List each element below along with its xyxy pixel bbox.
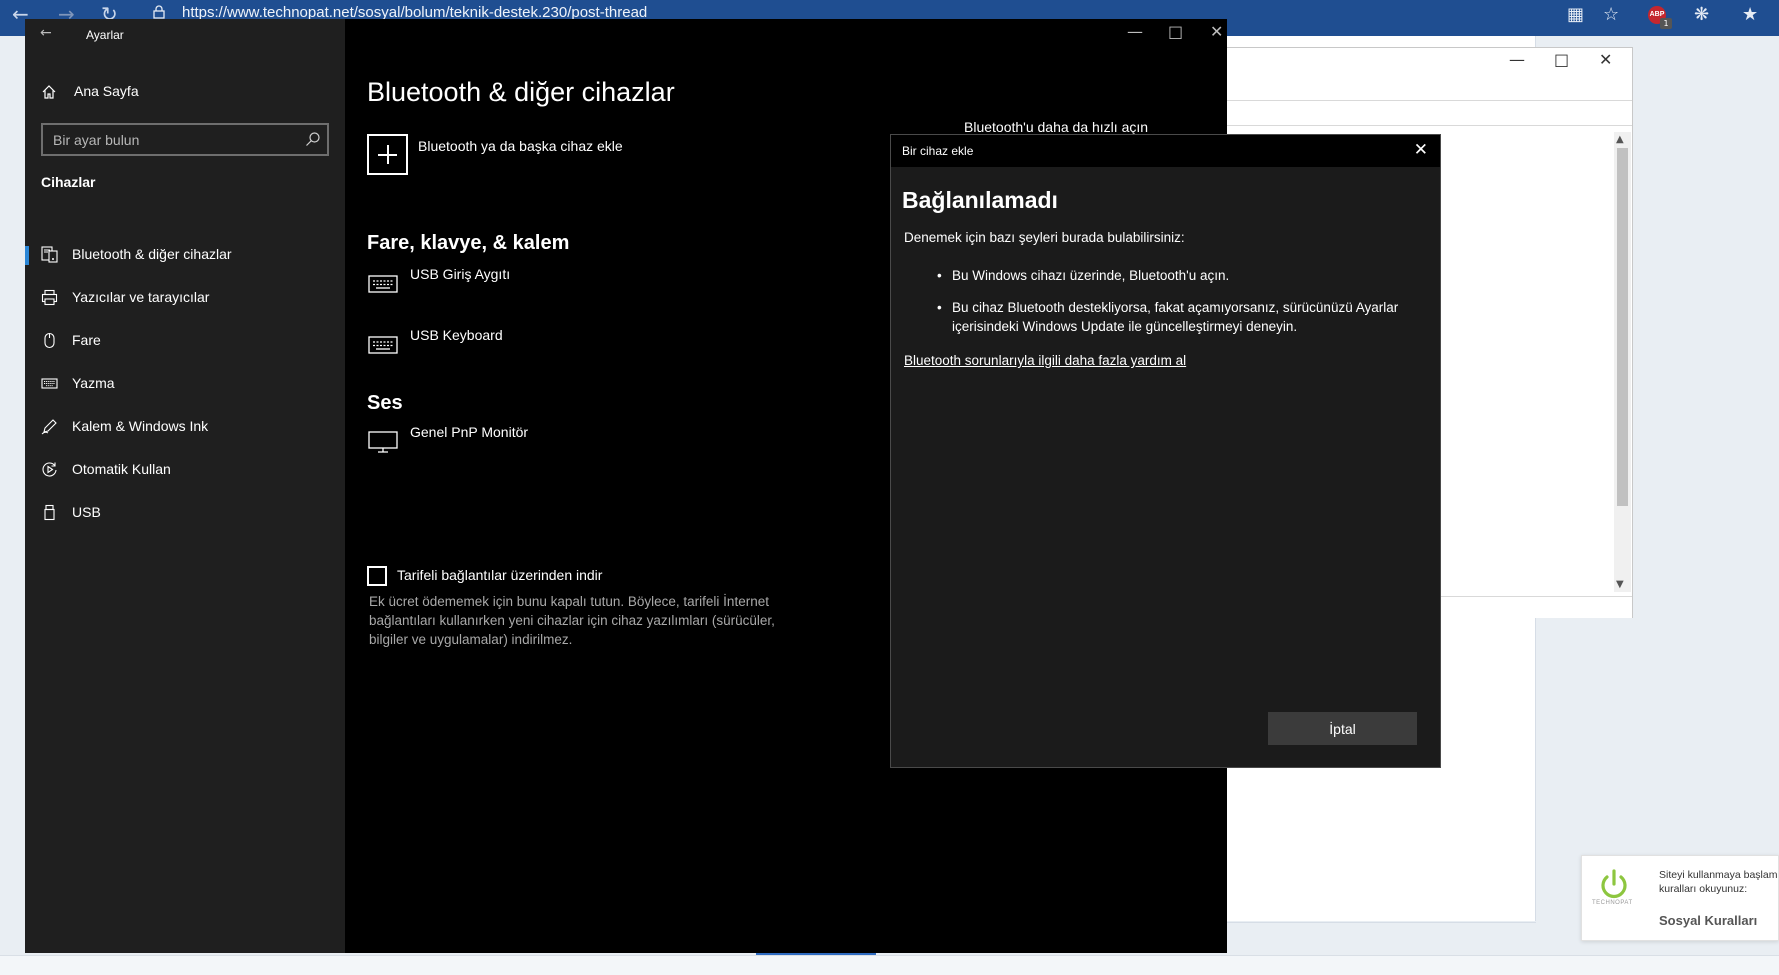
- sidebar-item-label: Yazıcılar ve tarayıcılar: [72, 289, 210, 305]
- home-nav-item[interactable]: Ana Sayfa: [41, 81, 321, 109]
- device-item[interactable]: Genel PnP Monitör: [367, 424, 767, 469]
- page-title: Bluetooth & diğer cihazlar: [367, 77, 675, 107]
- sidebar-item-label: USB: [72, 504, 101, 520]
- minimize-icon[interactable]: —: [1127, 22, 1143, 41]
- selection-indicator: [25, 246, 29, 265]
- add-device-button[interactable]: Bluetooth ya da başka cihaz ekle: [367, 134, 867, 179]
- favorite-star-icon[interactable]: ☆: [1603, 4, 1619, 25]
- section-heading-audio: Ses: [367, 392, 403, 414]
- lock-icon: [153, 5, 165, 19]
- back-arrow-icon[interactable]: ←: [40, 25, 52, 41]
- sidebar-item-usb[interactable]: USB: [25, 493, 345, 533]
- notification-line: Siteyi kullanmaya başlamadan önce: [1659, 869, 1778, 881]
- window-title: Ayarlar: [86, 28, 124, 42]
- autoplay-icon: [42, 462, 57, 477]
- sidebar-item-label: Bluetooth & diğer cihazlar: [72, 246, 232, 262]
- metered-download-option[interactable]: Tarifeli bağlantılar üzerinden indir: [367, 565, 867, 587]
- power-logo-icon: [1601, 869, 1627, 899]
- list-item: Bu Windows cihazı üzerinde, Bluetooth'u …: [904, 266, 1424, 285]
- sidebar-item-printers[interactable]: Yazıcılar ve tarayıcılar: [25, 278, 345, 318]
- close-icon[interactable]: ✕: [1599, 50, 1612, 69]
- maximize-icon[interactable]: □: [1168, 22, 1183, 41]
- device-name: USB Giriş Aygıtı: [410, 266, 511, 282]
- web-divider: [1226, 922, 1536, 923]
- sidebar-item-label: Yazma: [72, 375, 115, 391]
- metered-label: Tarifeli bağlantılar üzerinden indir: [397, 567, 603, 583]
- device-item[interactable]: USB Giriş Aygıtı: [367, 266, 767, 311]
- group-heading: Cihazlar: [41, 174, 96, 190]
- troubleshoot-list: Bu Windows cihazı üzerinde, Bluetooth'u …: [904, 266, 1424, 349]
- sidebar-item-mouse[interactable]: Fare: [25, 321, 345, 361]
- keyboard-icon: [368, 275, 398, 293]
- sidebar-item-pen[interactable]: Kalem & Windows Ink: [25, 407, 345, 447]
- home-icon: [42, 85, 56, 99]
- metered-description: Ek ücret ödememek için bunu kapalı tutun…: [369, 594, 775, 647]
- close-icon[interactable]: ✕: [1414, 140, 1428, 160]
- sidebar-item-typing[interactable]: Yazma: [25, 364, 345, 404]
- adblock-badge: 1: [1660, 18, 1672, 29]
- notification-line: kuralları okuyunuz:: [1659, 883, 1748, 895]
- pen-icon: [41, 419, 57, 435]
- settings-sidebar: ← Ayarlar Ana Sayfa Cihazlar Blu: [25, 19, 345, 953]
- scroll-down-arrow-icon[interactable]: ▼: [1616, 579, 1624, 590]
- bluetooth-devices-icon: [41, 246, 58, 263]
- home-label: Ana Sayfa: [74, 83, 139, 99]
- dialog-heading: Bağlanılamadı: [902, 187, 1058, 213]
- dialog-title: Bir cihaz ekle: [902, 144, 974, 158]
- cancel-button[interactable]: İptal: [1268, 712, 1417, 745]
- rules-link[interactable]: Sosyal Kuralları: [1659, 913, 1757, 928]
- sidebar-item-label: Otomatik Kullan: [72, 461, 171, 477]
- logo-text: TECHNOPAT: [1592, 900, 1633, 906]
- reading-view-icon[interactable]: ▦: [1567, 4, 1584, 25]
- keyboard-icon: [41, 378, 58, 389]
- settings-search-box[interactable]: [41, 123, 329, 156]
- device-item[interactable]: USB Keyboard: [367, 327, 767, 372]
- search-icon[interactable]: [305, 131, 321, 147]
- monitor-icon: [368, 431, 398, 453]
- mouse-icon: [44, 332, 55, 349]
- site-rules-notification[interactable]: TECHNOPAT Siteyi kullanmaya başlamadan ö…: [1581, 855, 1779, 941]
- device-name: USB Keyboard: [410, 327, 503, 343]
- search-input[interactable]: [53, 130, 293, 150]
- maximize-icon[interactable]: □: [1554, 50, 1569, 69]
- add-device-dialog: Bir cihaz ekle ✕ Bağlanılamadı Denemek i…: [890, 134, 1441, 768]
- close-icon[interactable]: ✕: [1210, 22, 1223, 41]
- web-footer: [0, 955, 1779, 975]
- dialog-intro: Denemek için bazı şeyleri burada bulabil…: [904, 230, 1185, 245]
- extensions-puzzle-icon[interactable]: ❋: [1694, 4, 1709, 25]
- sidebar-item-label: Kalem & Windows Ink: [72, 418, 209, 434]
- metered-checkbox[interactable]: [367, 566, 387, 586]
- dialog-titlebar: Bir cihaz ekle ✕: [891, 135, 1440, 167]
- window-divider: [1227, 125, 1632, 126]
- favorites-list-icon[interactable]: ★: [1742, 4, 1758, 25]
- scroll-up-arrow-icon[interactable]: ▲: [1616, 134, 1624, 145]
- list-item: Bu cihaz Bluetooth destekliyorsa, fakat …: [904, 298, 1424, 336]
- device-name: Genel PnP Monitör: [410, 424, 529, 440]
- keyboard-icon: [368, 336, 398, 354]
- bluetooth-fast-link[interactable]: Bluetooth'u daha da hızlı açın: [964, 119, 1148, 135]
- usb-icon: [44, 504, 55, 521]
- sidebar-item-bluetooth[interactable]: Bluetooth & diğer cihazlar: [25, 235, 345, 275]
- window-divider: [1227, 100, 1632, 101]
- printer-icon: [41, 289, 58, 306]
- section-heading-input: Fare, klavye, & kalem: [367, 232, 570, 254]
- help-link[interactable]: Bluetooth sorunlarıyla ilgili daha fazla…: [904, 353, 1186, 368]
- minimize-icon[interactable]: —: [1509, 50, 1525, 69]
- add-device-label: Bluetooth ya da başka cihaz ekle: [418, 138, 623, 154]
- plus-icon: [367, 134, 408, 175]
- sidebar-item-label: Fare: [72, 332, 101, 348]
- scrollbar-thumb[interactable]: [1617, 148, 1628, 506]
- notification-message: Siteyi kullanmaya başlamadan önce kurall…: [1659, 868, 1778, 896]
- sidebar-item-autoplay[interactable]: Otomatik Kullan: [25, 450, 345, 490]
